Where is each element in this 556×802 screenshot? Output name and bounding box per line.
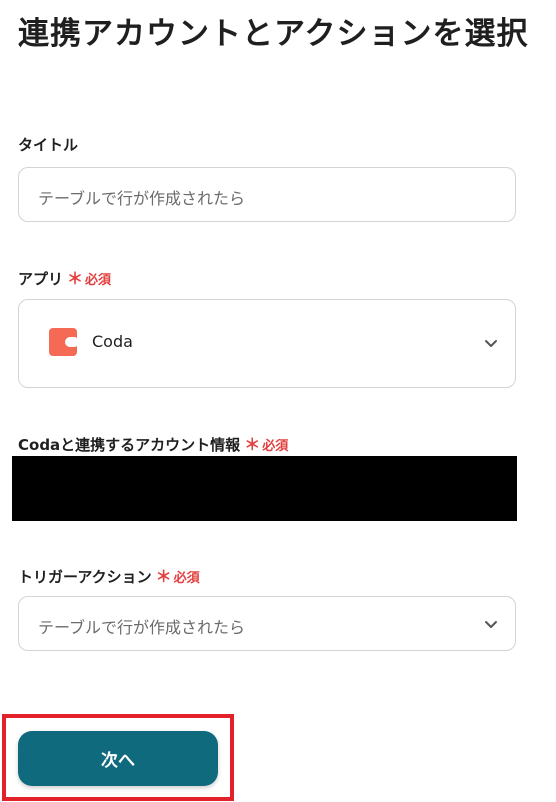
chevron-down-icon bbox=[483, 616, 499, 632]
coda-logo-icon bbox=[49, 328, 79, 356]
next-button[interactable]: 次へ bbox=[18, 731, 218, 786]
trigger-select[interactable]: テーブルで行が作成されたら bbox=[18, 596, 516, 651]
required-star: ＊ bbox=[155, 567, 172, 586]
required-text: 必須 bbox=[85, 273, 112, 288]
title-input-value: テーブルで行が作成されたら bbox=[38, 189, 246, 208]
account-label-text: Codaと連携するアカウント情報 bbox=[18, 436, 241, 454]
account-field-label: Codaと連携するアカウント情報＊必須 bbox=[18, 431, 288, 455]
account-select-redacted[interactable] bbox=[12, 456, 517, 521]
app-select[interactable]: Coda bbox=[18, 299, 516, 388]
chevron-down-icon bbox=[483, 335, 499, 351]
required-indicator: ＊必須 bbox=[155, 567, 200, 586]
required-star: ＊ bbox=[244, 435, 261, 454]
app-label-text: アプリ bbox=[18, 270, 64, 288]
required-indicator: ＊必須 bbox=[244, 435, 289, 454]
page-title: 連携アカウントとアクションを選択 bbox=[18, 16, 529, 52]
trigger-field-label: トリガーアクション＊必須 bbox=[18, 563, 200, 587]
app-field-label: アプリ＊必須 bbox=[18, 265, 111, 289]
required-text: 必須 bbox=[173, 571, 200, 586]
title-input[interactable]: テーブルで行が作成されたら bbox=[18, 167, 516, 222]
required-star: ＊ bbox=[67, 269, 84, 288]
app-select-value: Coda bbox=[92, 332, 133, 351]
required-indicator: ＊必須 bbox=[67, 269, 112, 288]
title-field-label: タイトル bbox=[18, 136, 79, 154]
trigger-label-text: トリガーアクション bbox=[18, 568, 152, 586]
required-text: 必須 bbox=[262, 439, 289, 454]
trigger-select-value: テーブルで行が作成されたら bbox=[38, 618, 246, 637]
